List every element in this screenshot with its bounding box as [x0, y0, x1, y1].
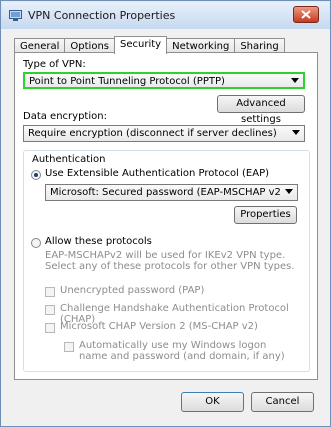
authentication-group-title: Authentication	[30, 154, 108, 165]
tab-security[interactable]: Security	[114, 36, 168, 54]
title-bar[interactable]: VPN Connection Properties	[2, 2, 329, 29]
auto-logon-checkbox[interactable]	[64, 342, 74, 352]
eap-method-value: Microsoft: Secured password (EAP-MSCHAP …	[50, 187, 281, 198]
ok-button[interactable]: OK	[181, 392, 244, 412]
dropdown-arrow-icon	[291, 78, 299, 83]
eap-radio[interactable]	[31, 170, 41, 180]
allow-protocols-radio[interactable]	[31, 238, 41, 248]
ikev2-note: EAP-MSCHAPv2 will be used for IKEv2 VPN …	[45, 250, 295, 272]
data-encryption-label: Data encryption:	[23, 111, 107, 122]
properties-button[interactable]: Properties	[234, 206, 297, 224]
chap-checkbox[interactable]	[45, 305, 55, 315]
pap-checkbox[interactable]	[45, 287, 55, 297]
auto-logon-label: Automatically use my Windows logon name …	[79, 340, 285, 362]
allow-protocols-label[interactable]: Allow these protocols	[45, 236, 152, 247]
security-tab-panel: Type of VPN: Point to Point Tunneling Pr…	[14, 52, 318, 380]
cancel-button[interactable]: Cancel	[251, 392, 314, 412]
eap-method-dropdown[interactable]: Microsoft: Secured password (EAP-MSCHAP …	[45, 184, 298, 201]
close-icon	[301, 10, 311, 19]
tab-strip: General Options Security Networking Shar…	[14, 36, 285, 54]
dropdown-arrow-icon	[292, 130, 300, 135]
close-button[interactable]	[293, 6, 319, 23]
pap-label: Unencrypted password (PAP)	[60, 285, 205, 296]
data-encryption-value: Require encryption (disconnect if server…	[28, 128, 277, 139]
advanced-settings-button[interactable]: Advanced settings	[217, 95, 305, 125]
dialog-window: VPN Connection Properties General Option…	[0, 0, 331, 427]
network-connection-icon	[9, 10, 22, 21]
data-encryption-dropdown[interactable]: Require encryption (disconnect if server…	[23, 125, 305, 142]
mschapv2-label: Microsoft CHAP Version 2 (MS-CHAP v2)	[60, 321, 258, 332]
authentication-group: Authentication Use Extensible Authentica…	[23, 150, 310, 372]
vpn-type-value: Point to Point Tunneling Protocol (PPTP)	[29, 76, 225, 87]
vpn-type-dropdown[interactable]: Point to Point Tunneling Protocol (PPTP)	[23, 72, 305, 89]
window-title: VPN Connection Properties	[28, 9, 176, 22]
mschapv2-checkbox[interactable]	[45, 323, 55, 333]
dropdown-arrow-icon	[285, 189, 293, 194]
vpn-type-label: Type of VPN:	[23, 59, 86, 70]
eap-radio-label[interactable]: Use Extensible Authentication Protocol (…	[45, 168, 269, 179]
